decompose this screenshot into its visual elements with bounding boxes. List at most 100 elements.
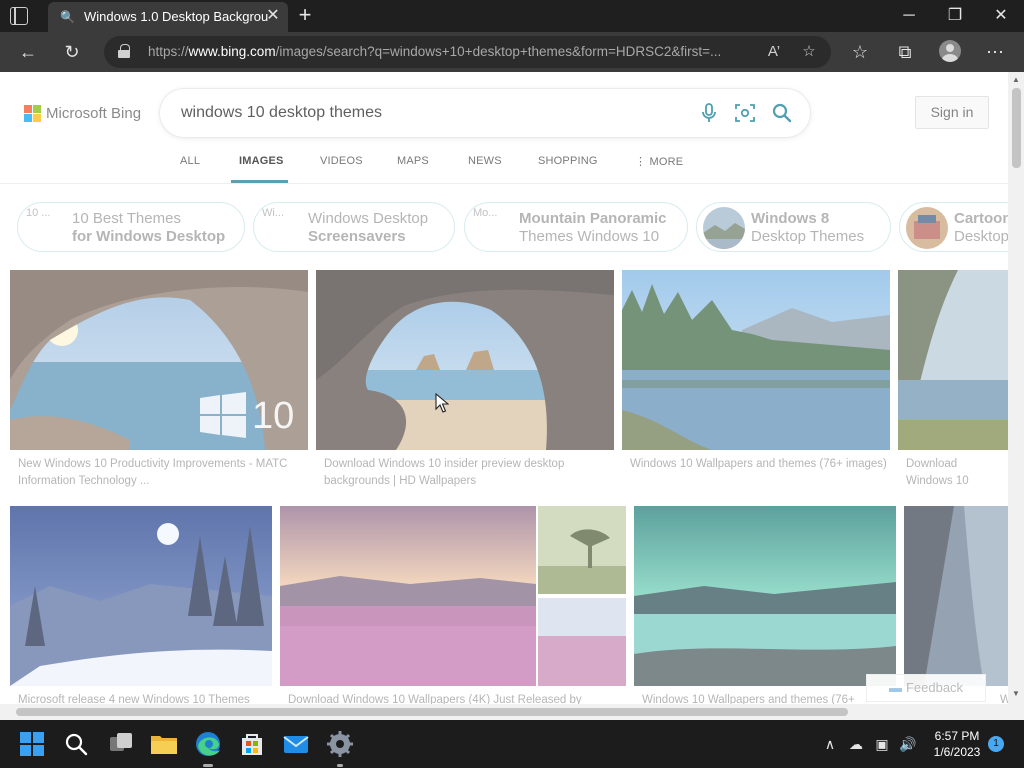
restore-icon[interactable]: ❐: [932, 0, 978, 32]
vertical-scroll-thumb[interactable]: [1012, 88, 1021, 168]
scope-news[interactable]: NEWS: [468, 155, 502, 177]
scroll-up-icon[interactable]: ▲: [1008, 72, 1024, 88]
show-hidden-icons-icon[interactable]: ∧: [820, 734, 840, 754]
scope-images[interactable]: IMAGES: [239, 155, 284, 177]
horizontal-scroll-thumb[interactable]: [16, 708, 848, 716]
microsoft-store-icon[interactable]: [236, 728, 268, 760]
mail-icon[interactable]: [280, 728, 312, 760]
image-result[interactable]: Download Windows 10 insider preview desk…: [316, 270, 614, 498]
favorites-icon[interactable]: ☆: [845, 38, 875, 66]
scroll-down-icon[interactable]: ▼: [1008, 686, 1024, 702]
bing-search-favicon-icon: 🔍: [60, 10, 75, 24]
url-text: https://www.bing.com/images/search?q=win…: [148, 44, 722, 59]
tab-title: Windows 1.0 Desktop Background: [84, 9, 268, 24]
result-caption[interactable]: Download Windows 10 desktop backgrounds …: [906, 456, 1006, 492]
related-search-chip[interactable]: Cartoon Desktop: [899, 202, 1024, 252]
volume-icon[interactable]: 🔊: [898, 734, 918, 754]
chip-label: Mountain Panoramic: [519, 210, 667, 227]
scope-more[interactable]: ⋮ MORE: [635, 155, 683, 177]
task-view-icon[interactable]: [105, 728, 137, 760]
result-thumbnail[interactable]: [280, 506, 626, 686]
active-tab[interactable]: 🔍 Windows 1.0 Desktop Background ✕: [48, 2, 288, 32]
chip-label: Screensavers: [308, 228, 406, 245]
system-clock[interactable]: 6:57 PM 1/6/2023: [930, 728, 984, 762]
scope-maps[interactable]: MAPS: [397, 155, 429, 177]
minimize-icon[interactable]: ─: [886, 0, 932, 32]
vertical-scrollbar[interactable]: ▲ ▼: [1008, 72, 1024, 720]
result-caption[interactable]: Download Windows 10 Wallpapers (4K) Just…: [288, 692, 624, 704]
search-box[interactable]: windows 10 desktop themes: [160, 89, 810, 137]
result-caption[interactable]: New Windows 10 Productivity Improvements…: [18, 456, 306, 492]
read-aloud-icon[interactable]: A’: [763, 42, 785, 62]
network-icon[interactable]: ☁: [846, 734, 866, 754]
windows-taskbar: ∧ ☁ ▣ 🔊 6:57 PM 1/6/2023 1: [0, 720, 1024, 768]
profile-avatar-icon[interactable]: [939, 40, 961, 62]
result-caption[interactable]: Download Windows 10 insider preview desk…: [324, 456, 612, 492]
result-thumbnail[interactable]: [316, 270, 614, 450]
refresh-icon[interactable]: ↻: [57, 38, 87, 66]
search-icon[interactable]: [770, 101, 794, 125]
related-search-chip[interactable]: 10 ... 10 Best Themes for Windows Deskto…: [17, 202, 245, 252]
result-thumbnail[interactable]: [10, 506, 272, 686]
window-close-icon[interactable]: ✕: [978, 0, 1024, 32]
scope-shopping[interactable]: SHOPPING: [538, 155, 598, 177]
edge-browser-icon[interactable]: [192, 728, 224, 760]
file-explorer-icon[interactable]: [148, 728, 180, 760]
notification-badge[interactable]: 1: [988, 736, 1004, 752]
logo-square-icon: [24, 114, 32, 122]
running-indicator: [203, 764, 213, 767]
result-caption[interactable]: Microsoft release 4 new Windows 10 Theme…: [18, 692, 270, 704]
display-icon[interactable]: ▣: [872, 734, 892, 754]
chip-label: for Windows Desktop: [72, 228, 226, 245]
search-input[interactable]: windows 10 desktop themes: [181, 104, 382, 122]
related-search-chip[interactable]: Wi... Windows Desktop Screensavers: [253, 202, 455, 252]
image-result[interactable]: Windows 10 Wallpapers and themes (76+: [634, 506, 896, 704]
horizontal-scrollbar[interactable]: [0, 704, 1008, 720]
collections-icon[interactable]: ⧉: [890, 38, 920, 66]
taskbar-search-icon[interactable]: [60, 728, 92, 760]
result-caption[interactable]: Windows 10 Wallpapers and themes (76+ im…: [630, 456, 888, 492]
scope-all[interactable]: ALL: [180, 155, 200, 177]
logo-square-icon: [24, 105, 32, 113]
address-bar[interactable]: https://www.bing.com/images/search?q=win…: [104, 36, 831, 68]
tab-bar: 🔍 Windows 1.0 Desktop Background ✕ + ─ ❐…: [0, 0, 1024, 32]
result-caption[interactable]: Windows 10 Wallpapers and themes (76+: [642, 692, 894, 704]
start-windows-icon[interactable]: [16, 728, 48, 760]
result-caption[interactable]: Window: [1000, 692, 1008, 704]
badge-text: 10: [252, 395, 295, 437]
more-options-icon[interactable]: ⋯: [980, 38, 1010, 66]
lock-icon[interactable]: [118, 44, 130, 58]
image-result[interactable]: Microsoft release 4 new Windows 10 Theme…: [10, 506, 272, 704]
scope-videos[interactable]: VIDEOS: [320, 155, 363, 177]
result-thumbnail[interactable]: [622, 270, 890, 450]
image-result[interactable]: Download Windows 10 Wallpapers (4K) Just…: [280, 506, 626, 704]
image-result[interactable]: 10 New Windows 10 Productivity Improveme…: [10, 270, 308, 498]
close-tab-icon[interactable]: ✕: [264, 7, 282, 25]
feedback-icon: ▬: [888, 680, 902, 695]
result-thumbnail[interactable]: [904, 506, 1008, 686]
chip-label: Themes Windows 10: [519, 228, 660, 245]
visual-search-icon[interactable]: [733, 101, 757, 125]
image-result[interactable]: Download Windows 10 desktop backgrounds …: [898, 270, 1008, 498]
bing-images-page: Microsoft Bing windows 10 desktop themes…: [0, 72, 1024, 720]
settings-gear-icon[interactable]: [324, 728, 356, 760]
microsoft-bing-logo[interactable]: Microsoft Bing: [24, 104, 154, 124]
kebab-icon: ⋮: [635, 156, 647, 168]
logo-square-icon: [33, 105, 41, 113]
feedback-button[interactable]: ▬ Feedback: [866, 674, 986, 702]
result-thumbnail[interactable]: [898, 270, 1008, 450]
back-icon[interactable]: ←: [13, 38, 43, 66]
image-result[interactable]: Windows 10 Wallpapers and themes (76+ im…: [622, 270, 890, 498]
logo-text: Microsoft Bing: [46, 105, 142, 122]
add-favorite-icon[interactable]: ☆: [798, 42, 820, 62]
related-search-chip[interactable]: Mo... Mountain Panoramic Themes Windows …: [464, 202, 688, 252]
tab-actions-icon[interactable]: [10, 7, 28, 25]
related-search-chip[interactable]: Windows 8 Desktop Themes: [696, 202, 891, 252]
microphone-icon[interactable]: [697, 101, 721, 125]
chip-label: Windows 8: [751, 210, 830, 227]
broken-image-alt: 10 ...: [26, 207, 51, 219]
clock-time: 6:57 PM: [934, 729, 980, 743]
new-tab-icon[interactable]: +: [294, 4, 316, 26]
sign-in-button[interactable]: Sign in: [915, 96, 989, 129]
result-thumbnail[interactable]: [634, 506, 896, 686]
